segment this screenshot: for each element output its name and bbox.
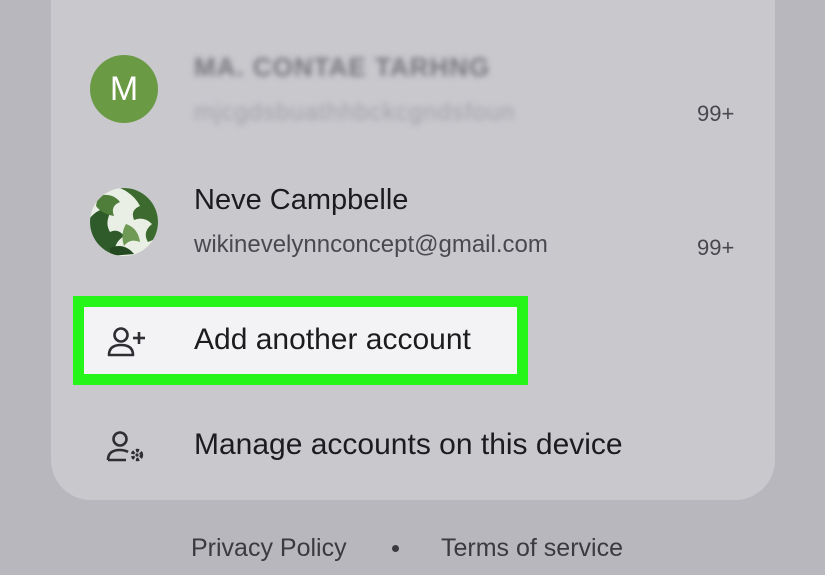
monstera-leaf-photo [90, 188, 158, 256]
add-account-label: Add another account [194, 323, 471, 356]
privacy-policy-link[interactable]: Privacy Policy [191, 534, 347, 563]
unread-count: 99+ [697, 101, 735, 126]
terms-of-service-link[interactable]: Terms of service [441, 534, 623, 563]
account-avatar: M [90, 55, 158, 123]
account-email: wikinevelynnconcept@gmail.com [194, 231, 548, 258]
manage-accounts-icon [106, 431, 144, 462]
account-name: Neve Campbelle [194, 184, 409, 216]
account-avatar [90, 188, 158, 256]
add-person-icon [107, 327, 145, 357]
account-name-blurred: MA. CONTAE TARHNG [194, 52, 491, 82]
unread-count: 99+ [697, 235, 735, 260]
footer-separator [392, 545, 399, 552]
manage-accounts-label: Manage accounts on this device [194, 428, 623, 461]
account-email-blurred: mjcgdsbuathhbckcgndsfoun [194, 99, 516, 126]
